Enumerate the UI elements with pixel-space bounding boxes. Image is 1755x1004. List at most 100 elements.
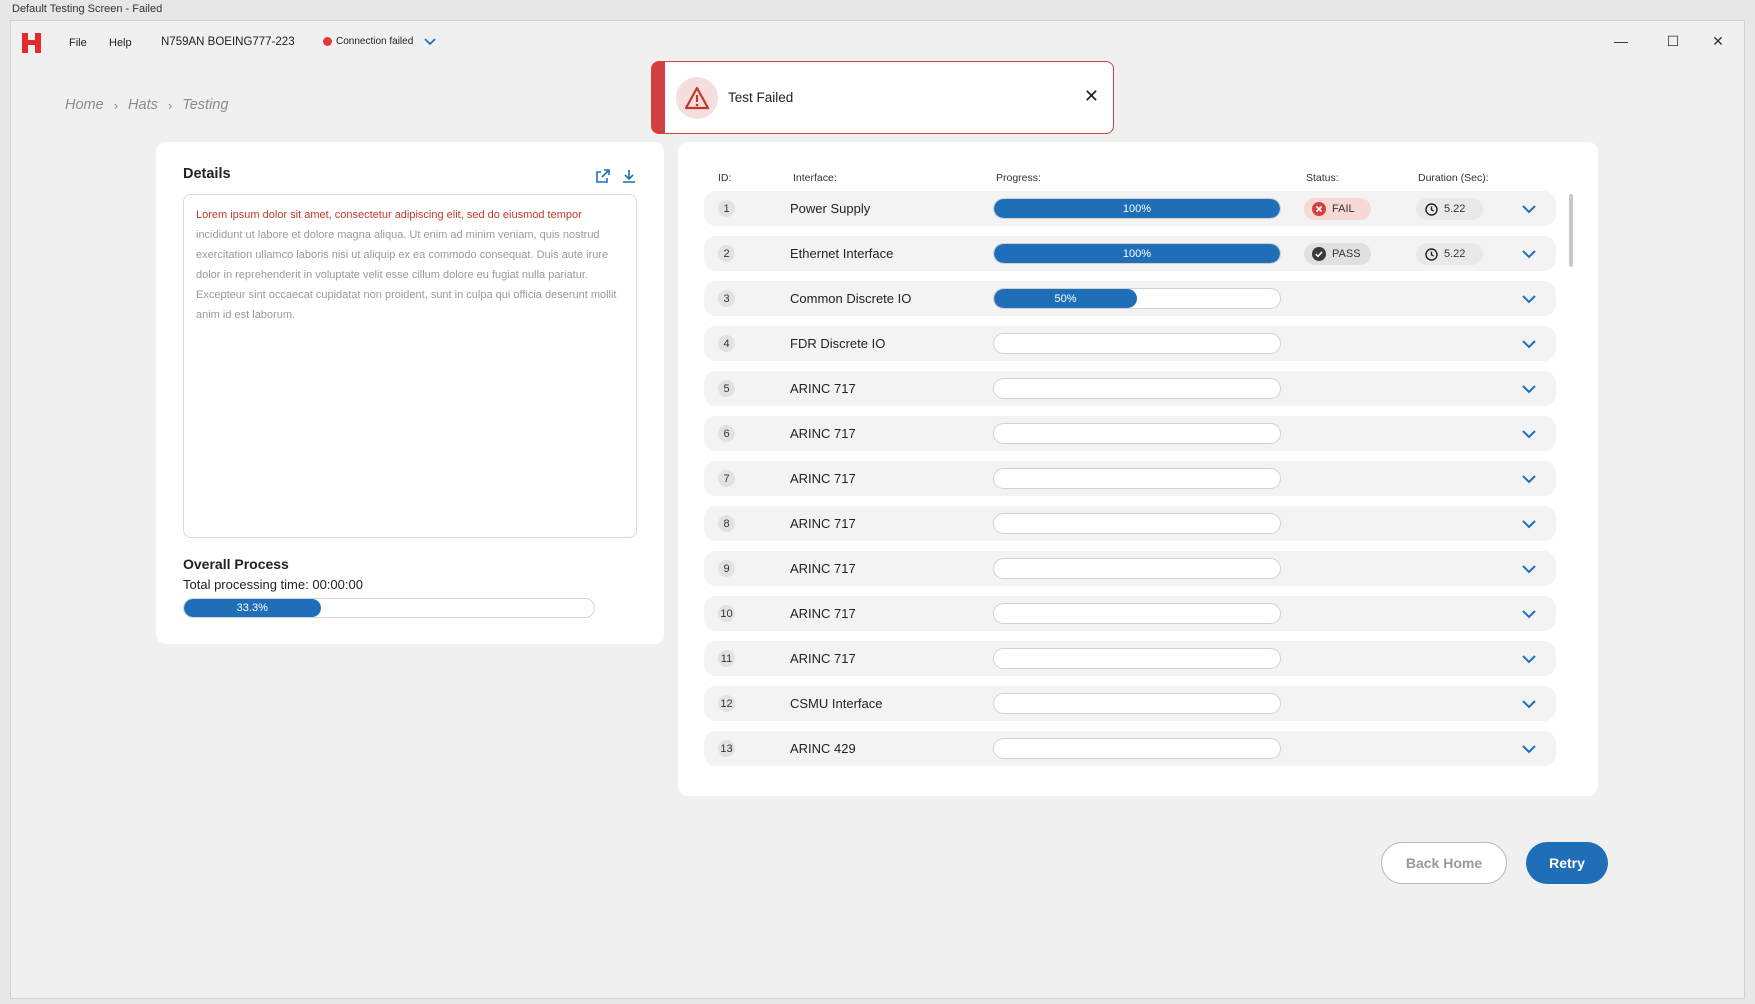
test-failed-toast: Test Failed ✕ (651, 61, 1114, 134)
row-progress-bar: 50% (993, 288, 1281, 309)
row-interface: Common Discrete IO (790, 291, 912, 306)
chevron-down-icon[interactable] (1521, 382, 1537, 396)
interface-test-table: ID: Interface: Progress: Status: Duratio… (678, 142, 1598, 796)
chevron-down-icon[interactable] (1521, 202, 1537, 216)
table-row[interactable]: 5 ARINC 717 (704, 371, 1556, 406)
header-id: ID: (718, 172, 732, 184)
table-row[interactable]: 12 CSMU Interface (704, 686, 1556, 721)
minimize-icon[interactable]: — (1611, 33, 1631, 49)
window-title: Default Testing Screen - Failed (0, 0, 1755, 20)
overall-progress-fill: 33.3% (184, 599, 321, 617)
connection-status-label: Connection failed (336, 36, 414, 47)
close-window-icon[interactable]: ✕ (1708, 33, 1728, 50)
row-progress-bar (993, 648, 1281, 669)
chevron-down-icon[interactable] (1521, 247, 1537, 261)
table-row[interactable]: 13 ARINC 429 (704, 731, 1556, 766)
processing-time: Total processing time: 00:00:00 (183, 577, 363, 592)
menu-file[interactable]: File (69, 37, 87, 49)
row-progress-bar (993, 513, 1281, 534)
table-row[interactable]: 3 Common Discrete IO 50% (704, 281, 1556, 316)
row-id: 3 (718, 290, 735, 307)
duration-badge: 5.22 (1416, 243, 1483, 265)
chevron-down-icon (424, 37, 436, 45)
row-progress-fill: 50% (994, 289, 1137, 308)
error-icon (1312, 202, 1326, 216)
chevron-down-icon[interactable] (1521, 517, 1537, 531)
table-row[interactable]: 7 ARINC 717 (704, 461, 1556, 496)
row-interface: ARINC 717 (790, 381, 856, 396)
status-label: FAIL (1332, 203, 1355, 215)
row-progress-bar: 100% (993, 243, 1281, 264)
details-title: Details (183, 166, 231, 182)
row-progress-bar (993, 423, 1281, 444)
table-row[interactable]: 8 ARINC 717 (704, 506, 1556, 541)
row-progress-fill: 100% (994, 244, 1280, 263)
chevron-down-icon[interactable] (1521, 337, 1537, 351)
header-duration: Duration (Sec): (1418, 172, 1489, 184)
row-interface: ARINC 717 (790, 561, 856, 576)
chevron-down-icon[interactable] (1521, 607, 1537, 621)
row-id: 1 (718, 200, 735, 217)
row-interface: Ethernet Interface (790, 246, 894, 261)
maximize-icon[interactable]: ☐ (1663, 33, 1683, 50)
header-status: Status: (1306, 172, 1339, 184)
status-badge: FAIL (1304, 198, 1371, 220)
row-interface: ARINC 717 (790, 651, 856, 666)
chevron-down-icon[interactable] (1521, 427, 1537, 441)
row-progress-bar (993, 693, 1281, 714)
check-circle-icon (1312, 247, 1326, 261)
table-row[interactable]: 1 Power Supply 100% FAIL 5.22 (704, 191, 1556, 226)
chevron-down-icon[interactable] (1521, 697, 1537, 711)
table-row[interactable]: 2 Ethernet Interface 100% PASS 5.22 (704, 236, 1556, 271)
row-progress-bar (993, 468, 1281, 489)
chevron-down-icon[interactable] (1521, 472, 1537, 486)
breadcrumb-testing: Testing (182, 97, 229, 113)
row-progress-bar (993, 558, 1281, 579)
open-external-icon[interactable] (595, 168, 611, 184)
row-id: 12 (718, 695, 735, 712)
chevron-down-icon[interactable] (1521, 652, 1537, 666)
chevron-right-icon: › (113, 97, 119, 113)
retry-button[interactable]: Retry (1526, 842, 1608, 884)
chevron-down-icon[interactable] (1521, 292, 1537, 306)
chevron-down-icon[interactable] (1521, 562, 1537, 576)
details-actions (595, 168, 637, 184)
row-interface: ARINC 717 (790, 606, 856, 621)
clock-icon (1425, 247, 1438, 261)
download-icon[interactable] (621, 168, 637, 184)
row-progress-bar: 100% (993, 198, 1281, 219)
row-id: 9 (718, 560, 735, 577)
back-home-button[interactable]: Back Home (1381, 842, 1507, 884)
chevron-down-icon[interactable] (1521, 742, 1537, 756)
details-log-text[interactable]: Lorem ipsum dolor sit amet, consectetur … (183, 194, 637, 538)
table-row[interactable]: 6 ARINC 717 (704, 416, 1556, 451)
row-interface: CSMU Interface (790, 696, 883, 711)
row-id: 11 (718, 650, 735, 667)
duration-label: 5.22 (1444, 203, 1466, 215)
table-row[interactable]: 11 ARINC 717 (704, 641, 1556, 676)
app-window: File Help N759AN BOEING777-223 Connectio… (10, 20, 1745, 999)
row-interface: ARINC 429 (790, 741, 856, 756)
status-label: PASS (1332, 248, 1361, 260)
row-id: 8 (718, 515, 735, 532)
details-panel: Details Lorem ipsum dolor sit amet, cons… (156, 142, 664, 644)
table-row[interactable]: 4 FDR Discrete IO (704, 326, 1556, 361)
header-interface: Interface: (793, 172, 837, 184)
details-log-body: incididunt ut labore et dolore magna ali… (196, 229, 617, 321)
row-id: 6 (718, 425, 735, 442)
table-scrollbar[interactable] (1569, 194, 1573, 267)
table-row[interactable]: 10 ARINC 717 (704, 596, 1556, 631)
close-icon[interactable]: ✕ (1084, 86, 1099, 107)
overall-process-title: Overall Process (183, 556, 289, 572)
row-id: 4 (718, 335, 735, 352)
menu-help[interactable]: Help (109, 37, 132, 49)
table-row[interactable]: 9 ARINC 717 (704, 551, 1556, 586)
breadcrumb: Home › Hats › Testing (65, 97, 228, 113)
row-id: 13 (718, 740, 735, 757)
row-interface: Power Supply (790, 201, 871, 216)
breadcrumb-hats[interactable]: Hats (128, 97, 158, 113)
duration-badge: 5.22 (1416, 198, 1483, 220)
breadcrumb-home[interactable]: Home (65, 97, 104, 113)
row-interface: ARINC 717 (790, 471, 856, 486)
connection-status-dropdown[interactable]: Connection failed (323, 36, 437, 47)
